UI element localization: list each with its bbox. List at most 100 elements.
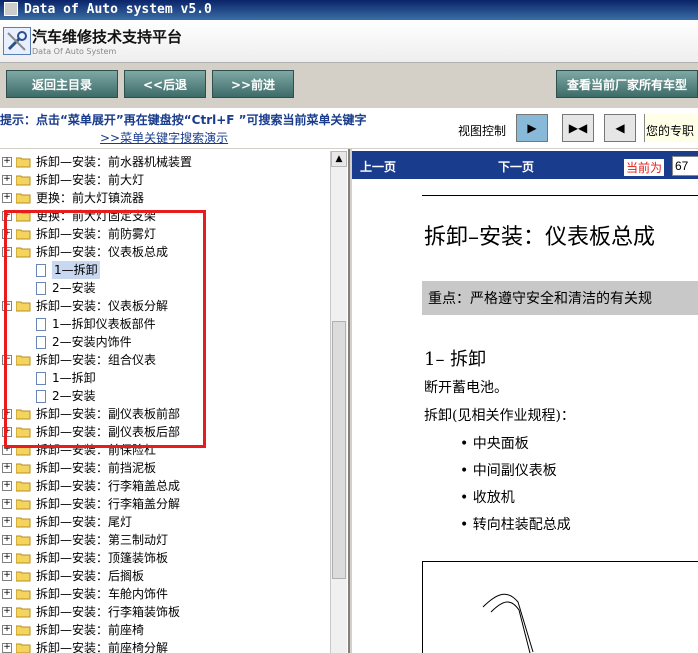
current-page-input[interactable]: [672, 156, 698, 176]
expand-icon[interactable]: +: [2, 211, 12, 221]
window-title: Data of Auto system v5.0: [24, 2, 212, 17]
expand-icon[interactable]: +: [2, 481, 12, 491]
scroll-thumb[interactable]: [332, 321, 346, 579]
bullet-item: • 中间副仪表板: [460, 463, 557, 479]
expand-icon[interactable]: +: [2, 571, 12, 581]
tree-folder-item[interactable]: + 拆卸—安装：前保险杠: [0, 441, 328, 459]
folder-icon: [16, 517, 31, 528]
tree-folder-item[interactable]: + 拆卸—安装：前座椅: [0, 621, 328, 639]
folder-icon: [16, 571, 31, 582]
tree-folder-item[interactable]: + 拆卸—安装：后搁板: [0, 567, 328, 585]
tree-folder-item[interactable]: − 拆卸—安装：仪表板总成: [0, 243, 328, 261]
collapse-icon[interactable]: −: [2, 301, 12, 311]
tree-folder-item[interactable]: + 拆卸—安装：行李箱盖总成: [0, 477, 328, 495]
tree-folder-item[interactable]: + 拆卸—安装：前挡泥板: [0, 459, 328, 477]
next-page-link[interactable]: 下一页: [498, 158, 534, 175]
expand-icon[interactable]: +: [2, 607, 12, 617]
view-split-button[interactable]: ▶◀: [562, 114, 594, 142]
expand-icon[interactable]: +: [2, 517, 12, 527]
tree-folder-item[interactable]: + 拆卸—安装：前水器机械装置: [0, 153, 328, 171]
folder-icon: [16, 175, 31, 186]
tree-folder-item[interactable]: + 拆卸—安装：行李箱盖分解: [0, 495, 328, 513]
tree-item-label: 拆卸—安装：副仪表板前部: [36, 407, 181, 421]
expert-label: 您的专职: [646, 124, 695, 138]
expand-icon[interactable]: +: [2, 427, 12, 437]
tree-folder-item[interactable]: − 拆卸—安装：组合仪表: [0, 351, 328, 369]
note-box: 重点：严格遵守安全和清洁的有关规: [422, 281, 698, 315]
view-expand-right-button[interactable]: ▶: [516, 114, 548, 142]
tree-doc-item[interactable]: 1—拆卸仪表板部件: [0, 315, 328, 333]
expand-icon[interactable]: +: [2, 499, 12, 509]
expand-icon[interactable]: +: [2, 157, 12, 167]
expand-icon[interactable]: +: [2, 229, 12, 239]
tree-folder-item[interactable]: + 拆卸—安装：前大灯: [0, 171, 328, 189]
back-button[interactable]: <<后退: [124, 70, 206, 98]
menu-tree: + 拆卸—安装：前水器机械装置 + 拆卸—安装：前大灯 + 更换：前大灯镇流器 + 更换：前大…: [0, 149, 350, 653]
expand-icon[interactable]: +: [2, 175, 12, 185]
folder-icon: [16, 481, 31, 492]
document-icon: [36, 336, 46, 349]
folder-icon: [16, 553, 31, 564]
expand-icon[interactable]: +: [2, 553, 12, 563]
tree-item-label: 2—安装: [52, 389, 96, 403]
step-text: 断开蓄电池。: [424, 380, 508, 396]
tree-folder-item[interactable]: + 拆卸—安装：前座椅分解: [0, 639, 328, 653]
prev-page-link[interactable]: 上一页: [360, 158, 396, 175]
view-expand-left-button[interactable]: ◀: [604, 114, 636, 142]
tree-folder-item[interactable]: + 拆卸—安装：行李箱装饰板: [0, 603, 328, 621]
tree-doc-item[interactable]: 2—安装: [0, 279, 328, 297]
expand-icon[interactable]: +: [2, 409, 12, 419]
app-subtitle: Data Of Auto System: [32, 47, 117, 56]
tree-folder-item[interactable]: + 拆卸—安装：副仪表板前部: [0, 405, 328, 423]
tree-doc-item[interactable]: 2—安装内饰件: [0, 333, 328, 351]
tree-item-label: 拆卸—安装：前防雾灯: [36, 227, 157, 241]
tree-doc-item[interactable]: 1—拆卸: [0, 261, 328, 279]
tree-item-label: 更换：前大灯镇流器: [36, 191, 145, 205]
tree-item-label: 拆卸—安装：行李箱盖分解: [36, 497, 181, 511]
tree-doc-item[interactable]: 1—拆卸: [0, 369, 328, 387]
tree-folder-item[interactable]: + 拆卸—安装：第三制动灯: [0, 531, 328, 549]
tree-folder-item[interactable]: − 拆卸—安装：仪表板分解: [0, 297, 328, 315]
tree-folder-item[interactable]: + 拆卸—安装：副仪表板后部: [0, 423, 328, 441]
tree-folder-item[interactable]: + 更换：前大灯镇流器: [0, 189, 328, 207]
folder-icon: [16, 247, 31, 258]
scroll-up-arrow-icon[interactable]: ▲: [331, 151, 347, 167]
tree-doc-item[interactable]: 2—安装: [0, 387, 328, 405]
collapse-icon[interactable]: −: [2, 247, 12, 257]
all-models-button[interactable]: 查看当前厂家所有车型: [556, 70, 698, 98]
folder-icon: [16, 157, 31, 168]
tree-item-label: 1—拆卸仪表板部件: [52, 317, 156, 331]
tree-item-label: 1—拆卸: [52, 371, 96, 385]
home-button[interactable]: 返回主目录: [6, 70, 118, 98]
forward-button[interactable]: >>前进: [212, 70, 294, 98]
tree-item-label: 2—安装: [52, 281, 96, 295]
expand-icon[interactable]: +: [2, 445, 12, 455]
current-page-label: 当前为: [624, 159, 665, 176]
section-heading: 1– 拆卸: [424, 349, 487, 370]
tree-folder-item[interactable]: + 拆卸—安装：车舱内饰件: [0, 585, 328, 603]
folder-icon: [16, 535, 31, 546]
title-rule: [422, 195, 698, 196]
tree-item-label: 拆卸—安装：行李箱装饰板: [36, 605, 181, 619]
folder-icon: [16, 625, 31, 636]
expand-icon[interactable]: +: [2, 535, 12, 545]
tree-folder-item[interactable]: + 更换：前大灯固定支架: [0, 207, 328, 225]
hint-text: 提示：点击“菜单展开”再在键盘按“Ctrl+F ”可搜索当前菜单关键字: [0, 113, 367, 127]
document-icon: [36, 372, 46, 385]
expand-icon[interactable]: +: [2, 625, 12, 635]
expand-icon[interactable]: +: [2, 643, 12, 653]
expand-icon[interactable]: +: [2, 193, 12, 203]
search-demo-link[interactable]: >>菜单关键字搜索演示: [100, 129, 228, 146]
tree-item-label: 拆卸—安装：仪表板分解: [36, 299, 169, 313]
window-titlebar: Data of Auto system v5.0: [0, 0, 698, 20]
expand-icon[interactable]: +: [2, 589, 12, 599]
tree-folder-item[interactable]: + 拆卸—安装：前防雾灯: [0, 225, 328, 243]
expand-icon[interactable]: +: [2, 463, 12, 473]
tree-folder-item[interactable]: + 拆卸—安装：尾灯: [0, 513, 328, 531]
app-title: 汽车维修技术支持平台: [32, 28, 183, 46]
collapse-icon[interactable]: −: [2, 355, 12, 365]
folder-icon: [16, 463, 31, 474]
tree-scrollbar[interactable]: ▲: [330, 151, 347, 653]
folder-icon: [16, 301, 31, 312]
tree-folder-item[interactable]: + 拆卸—安装：顶篷装饰板: [0, 549, 328, 567]
